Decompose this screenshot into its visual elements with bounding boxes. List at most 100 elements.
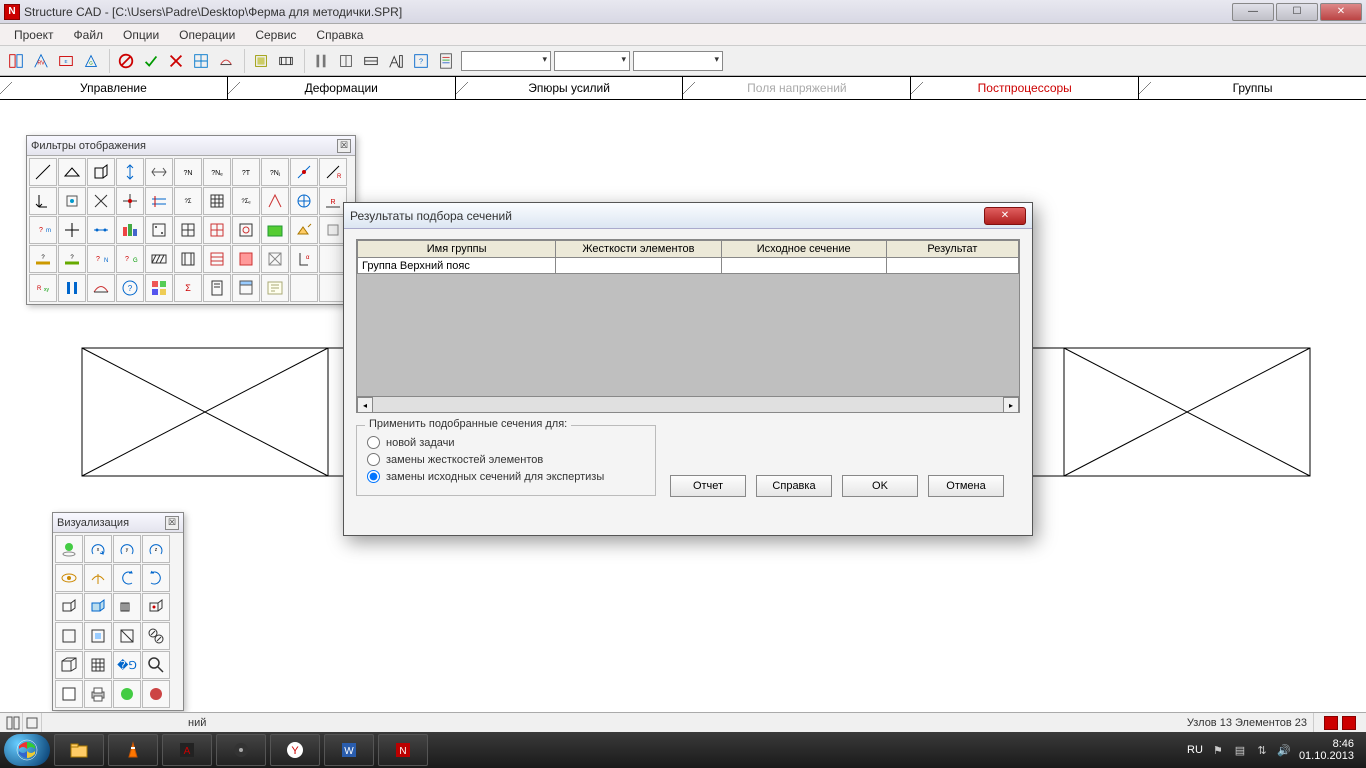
filter-icon[interactable] (116, 216, 144, 244)
viz-icon[interactable] (55, 651, 83, 679)
ok-button[interactable]: OK (842, 475, 918, 497)
menu-project[interactable]: Проект (4, 26, 64, 44)
filter-icon[interactable]: ?Nⱼ (261, 158, 289, 186)
viz-icon[interactable] (55, 564, 83, 592)
filter-icon[interactable] (58, 158, 86, 186)
filter-icon[interactable]: ?m (29, 216, 57, 244)
filter-icon[interactable] (261, 216, 289, 244)
filter-icon[interactable]: ?T (232, 158, 260, 186)
tool-icon[interactable] (249, 49, 273, 73)
filter-icon[interactable] (145, 274, 173, 302)
scroll-right-icon[interactable]: ▸ (1003, 397, 1019, 413)
viz-palette-title[interactable]: Визуализация ☒ (53, 513, 183, 533)
filter-icon[interactable] (29, 187, 57, 215)
viz-icon[interactable]: z (142, 535, 170, 563)
filter-icon[interactable] (145, 187, 173, 215)
filter-icon[interactable] (145, 245, 173, 273)
viz-icon[interactable]: x (84, 535, 112, 563)
viz-icon[interactable]: �⅁ (113, 651, 141, 679)
tool-icon[interactable] (334, 49, 358, 73)
report-button[interactable]: Отчет (670, 475, 746, 497)
help-button[interactable]: Справка (756, 475, 832, 497)
dialog-close-button[interactable]: ✕ (984, 207, 1026, 225)
viz-icon[interactable] (113, 564, 141, 592)
filter-icon[interactable] (232, 245, 260, 273)
filter-icon[interactable] (145, 158, 173, 186)
dialog-titlebar[interactable]: Результаты подбора сечений ✕ (344, 203, 1032, 229)
filter-icon[interactable]: ?G (116, 245, 144, 273)
taskbar-yandex[interactable]: Y (270, 734, 320, 766)
filter-icon[interactable] (58, 216, 86, 244)
viz-icon[interactable] (84, 651, 112, 679)
filter-icon[interactable]: ?N (87, 245, 115, 273)
close-button[interactable]: ✕ (1320, 3, 1362, 21)
tray-flag-icon[interactable]: ⚑ (1211, 743, 1225, 757)
tool-icon[interactable] (4, 49, 28, 73)
filter-icon[interactable] (203, 187, 231, 215)
col-section[interactable]: Исходное сечение (721, 241, 886, 258)
palette-close-icon[interactable]: ☒ (165, 516, 179, 530)
tab-groups[interactable]: Группы (1139, 77, 1366, 99)
filter-icon[interactable]: ? (29, 245, 57, 273)
tool-cancel-icon[interactable] (114, 49, 138, 73)
taskbar-app[interactable] (216, 734, 266, 766)
menu-service[interactable]: Сервис (245, 26, 306, 44)
menu-file[interactable]: Файл (64, 26, 114, 44)
filter-icon[interactable] (203, 216, 231, 244)
tray-volume-icon[interactable]: 🔊 (1277, 743, 1291, 757)
filter-icon[interactable] (87, 274, 115, 302)
scroll-left-icon[interactable]: ◂ (357, 397, 373, 413)
filter-icon[interactable] (290, 158, 318, 186)
filters-palette[interactable]: Фильтры отображения ☒ ?N ?Nₑ ?T ?Nⱼ R ?Σ… (26, 135, 356, 305)
results-grid[interactable]: Имя группы Жесткости элементов Исходное … (356, 239, 1020, 413)
filter-icon[interactable] (232, 216, 260, 244)
tool-icon[interactable]: G (79, 49, 103, 73)
filter-icon[interactable]: ?N (174, 158, 202, 186)
filter-icon[interactable] (290, 187, 318, 215)
filter-icon[interactable]: ?Nₑ (203, 158, 231, 186)
viz-icon[interactable]: y (113, 535, 141, 563)
viz-icon[interactable] (142, 680, 170, 708)
radio-replace-stiffness[interactable]: замены жесткостей элементов (367, 451, 645, 468)
taskbar-word[interactable]: W (324, 734, 374, 766)
viz-icon[interactable] (55, 535, 83, 563)
tool-icon[interactable]: E (54, 49, 78, 73)
tool-icon[interactable] (434, 49, 458, 73)
tool-icon[interactable] (274, 49, 298, 73)
visualization-palette[interactable]: Визуализация ☒ x y z �⅁ (52, 512, 184, 711)
viz-icon[interactable] (142, 622, 170, 650)
filter-icon[interactable] (203, 274, 231, 302)
tray-clock[interactable]: 8:46 01.10.2013 (1299, 738, 1354, 762)
tab-diagrams[interactable]: Эпюры усилий (456, 77, 684, 99)
filter-icon[interactable] (87, 158, 115, 186)
tab-management[interactable]: Управление (0, 77, 228, 99)
tool-icon[interactable] (189, 49, 213, 73)
menu-help[interactable]: Справка (306, 26, 373, 44)
filter-icon[interactable]: ?Σ (174, 187, 202, 215)
viz-icon[interactable] (84, 564, 112, 592)
filter-icon[interactable] (174, 216, 202, 244)
viz-print-icon[interactable] (84, 680, 112, 708)
tool-icon[interactable] (384, 49, 408, 73)
start-button[interactable] (4, 734, 50, 766)
tab-postprocessors[interactable]: Постпроцессоры (911, 77, 1139, 99)
taskbar-vlc[interactable] (108, 734, 158, 766)
menu-options[interactable]: Опции (113, 26, 169, 44)
filter-icon[interactable]: α (290, 245, 318, 273)
filter-icon[interactable]: Rxy (29, 274, 57, 302)
filter-icon[interactable] (261, 245, 289, 273)
tab-stress-fields[interactable]: Поля напряжений (683, 77, 911, 99)
filter-icon[interactable]: ?Σₑ (232, 187, 260, 215)
tool-icon[interactable] (309, 49, 333, 73)
filter-icon[interactable] (58, 187, 86, 215)
filter-icon[interactable] (29, 158, 57, 186)
toolbar-combo-2[interactable] (554, 51, 630, 71)
filter-icon[interactable]: R (319, 158, 347, 186)
radio-replace-sections-input[interactable] (367, 470, 380, 483)
viz-icon[interactable] (55, 593, 83, 621)
viz-zoom-icon[interactable] (142, 651, 170, 679)
tool-icon[interactable] (359, 49, 383, 73)
filter-icon[interactable] (261, 187, 289, 215)
tool-ok-icon[interactable] (139, 49, 163, 73)
taskbar-scad[interactable]: N (378, 734, 428, 766)
